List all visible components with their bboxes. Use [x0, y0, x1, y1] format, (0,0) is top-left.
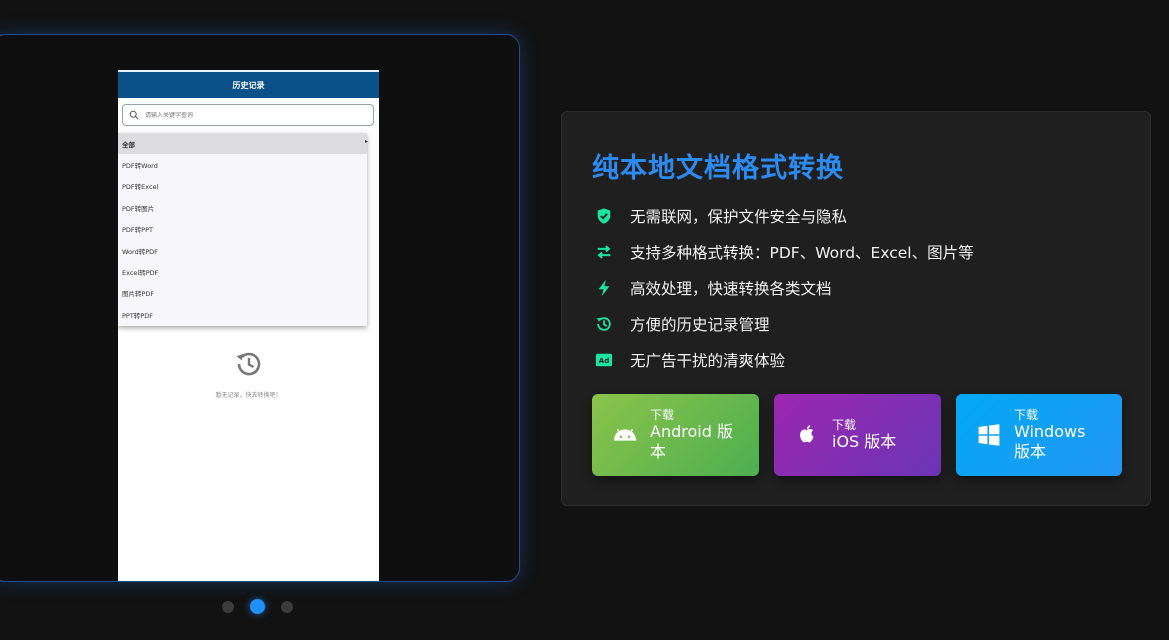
dropdown-item-pdf-to-ppt[interactable]: PDF转PPT: [118, 219, 367, 240]
feature-item: Ad 无广告干扰的清爽体验: [594, 342, 974, 378]
history-icon: [594, 314, 614, 334]
feature-text: 方便的历史记录管理: [630, 316, 770, 334]
download-ios-small: 下载: [832, 418, 857, 432]
history-search-input[interactable]: [145, 111, 345, 119]
feature-item: 支持多种格式转换：PDF、Word、Excel、图片等: [594, 234, 974, 270]
feature-item: 无需联网，保护文件安全与隐私: [594, 198, 974, 234]
phone-screen: 历史记录 全部 PDF转Word PDF转Excel PDF转图片 PDF转PP…: [118, 70, 379, 581]
carousel-pagination: [222, 599, 293, 614]
svg-text:Ad: Ad: [599, 356, 610, 365]
swap-arrows-icon: [594, 242, 614, 262]
dropdown-item-image-to-pdf[interactable]: 图片转PDF: [118, 283, 367, 304]
ad-badge-icon: Ad: [594, 350, 614, 370]
shield-check-icon: [594, 206, 614, 226]
lightning-icon: [594, 278, 614, 298]
download-android-button[interactable]: 下载 Android 版本: [592, 394, 759, 476]
history-icon: [233, 348, 265, 384]
dropdown-item-all[interactable]: 全部: [118, 133, 367, 155]
windows-icon: [974, 420, 1004, 450]
download-android-small: 下载: [650, 408, 675, 422]
feature-item: 方便的历史记录管理: [594, 306, 974, 342]
dropdown-caret-icon[interactable]: ▸: [365, 138, 368, 145]
filter-dropdown: 全部 PDF转Word PDF转Excel PDF转图片 PDF转PPT Wor…: [118, 133, 367, 326]
download-windows-label: Windows 版本: [1014, 422, 1086, 461]
dropdown-item-excel-to-pdf[interactable]: Excel转PDF: [118, 261, 367, 282]
dropdown-item-pdf-to-word[interactable]: PDF转Word: [118, 154, 367, 175]
feature-list: 无需联网，保护文件安全与隐私 支持多种格式转换：PDF、Word、Excel、图…: [594, 198, 974, 378]
feature-text: 支持多种格式转换：PDF、Word、Excel、图片等: [630, 244, 974, 262]
phone-header-title: 历史记录: [232, 80, 265, 90]
empty-state-text: 暂无记录，快去转换吧！: [215, 392, 282, 399]
android-icon: [610, 420, 640, 450]
download-android-label: Android 版本: [650, 422, 733, 461]
feature-text: 无广告干扰的清爽体验: [630, 352, 786, 370]
carousel-dot-3[interactable]: [281, 600, 293, 613]
dropdown-item-pdf-to-image[interactable]: PDF转图片: [118, 197, 367, 218]
feature-text: 无需联网，保护文件安全与隐私: [630, 208, 848, 226]
empty-state: 暂无记录，快去转换吧！: [118, 348, 379, 399]
history-search-box[interactable]: [122, 104, 374, 126]
apple-icon: [792, 420, 822, 450]
feature-card: 纯本地文档格式转换 无需联网，保护文件安全与隐私 支持多种格式转换：PDF、Wo…: [561, 111, 1151, 506]
feature-item: 高效处理，快速转换各类文档: [594, 270, 974, 306]
download-ios-button[interactable]: 下载 iOS 版本: [774, 394, 941, 476]
download-buttons: 下载 Android 版本 下载 iOS 版本 下载 Windows 版本: [592, 394, 1122, 476]
carousel-dot-2[interactable]: [250, 599, 265, 614]
card-title: 纯本地文档格式转换: [592, 153, 844, 184]
download-ios-label: iOS 版本: [832, 432, 897, 451]
download-windows-button[interactable]: 下载 Windows 版本: [956, 394, 1122, 476]
app-preview-frame: 历史记录 全部 PDF转Word PDF转Excel PDF转图片 PDF转PP…: [0, 34, 520, 582]
dropdown-item-pdf-to-excel[interactable]: PDF转Excel: [118, 176, 367, 197]
phone-header: 历史记录: [118, 70, 379, 98]
dropdown-item-ppt-to-pdf[interactable]: PPT转PDF: [118, 304, 367, 325]
search-icon: [129, 110, 139, 120]
download-windows-small: 下载: [1014, 408, 1039, 422]
feature-text: 高效处理，快速转换各类文档: [630, 280, 832, 298]
dropdown-item-word-to-pdf[interactable]: Word转PDF: [118, 240, 367, 261]
carousel-dot-1[interactable]: [222, 600, 234, 613]
